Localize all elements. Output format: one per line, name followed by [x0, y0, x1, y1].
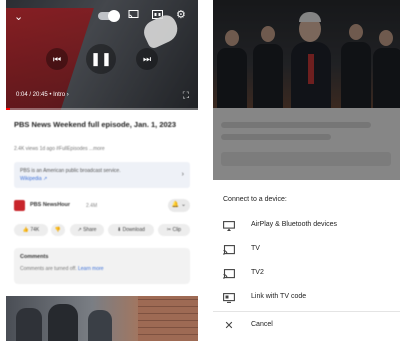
subscribe-button[interactable]: 🔔 ⌄	[168, 199, 190, 212]
download-chip[interactable]: ⬇ Download	[108, 224, 154, 236]
video-title[interactable]: PBS News Weekend full episode, Jan. 1, 2…	[14, 120, 189, 130]
learn-more-link[interactable]: Learn more	[78, 266, 104, 272]
phone-screen-video-page: ⌄ ⚙ ⏮ ❚❚ ⏭ 0:04 / 20:45 • Intro › ⛶ PBS …	[6, 0, 198, 341]
cast-icon[interactable]	[128, 10, 139, 22]
progress-bar[interactable]	[6, 108, 198, 110]
channel-name[interactable]: PBS NewsHour	[30, 202, 70, 208]
dislike-chip[interactable]: 👎	[51, 224, 65, 236]
modal-scrim[interactable]	[213, 0, 400, 180]
fullscreen-icon[interactable]: ⛶	[183, 90, 189, 101]
clip-chip[interactable]: ✂ Clip	[158, 224, 190, 236]
settings-gear-icon[interactable]: ⚙	[176, 8, 186, 21]
info-panel-text: PBS is an American public broadcast serv…	[20, 168, 121, 174]
previous-button[interactable]: ⏮	[46, 48, 68, 70]
info-panel[interactable]: PBS is an American public broadcast serv…	[14, 162, 190, 188]
cast-icon	[223, 269, 235, 279]
comments-heading: Comments	[20, 254, 49, 260]
autoplay-toggle[interactable]	[98, 10, 120, 22]
progress-fill	[6, 108, 10, 110]
chevron-right-icon: ›	[181, 171, 184, 178]
device-option-airplay[interactable]: AirPlay & Bluetooth devices	[213, 214, 400, 238]
device-label: Link with TV code	[251, 293, 307, 300]
comments-panel[interactable]: Comments Comments are turned off. Learn …	[14, 248, 190, 284]
device-option-tv-code[interactable]: Link with TV code	[213, 286, 400, 310]
channel-logo[interactable]	[14, 200, 25, 211]
info-panel-link[interactable]: Wikipedia ↗	[20, 176, 47, 182]
video-meta[interactable]: 2.4K views 1d ago #FullEpisodes ...more	[14, 146, 105, 152]
chevron-down-icon[interactable]: ⌄	[14, 10, 23, 23]
sheet-title: Connect to a device:	[223, 196, 287, 203]
sheet-divider	[213, 311, 400, 312]
phone-screen-cast-sheet: Connect to a device: AirPlay & Bluetooth…	[213, 0, 400, 341]
cast-icon	[223, 245, 235, 255]
connect-device-sheet: Connect to a device: AirPlay & Bluetooth…	[213, 180, 400, 341]
device-option-tv2[interactable]: TV2	[213, 262, 400, 286]
close-icon: ✕	[224, 320, 234, 332]
comments-body: Comments are turned off. Learn more	[20, 266, 104, 272]
device-option-tv[interactable]: TV	[213, 238, 400, 262]
subscriber-count: 2.4M	[86, 203, 98, 209]
playback-time: 0:04 / 20:45 • Intro ›	[16, 92, 69, 98]
comments-off-text: Comments are turned off.	[20, 266, 77, 272]
airplay-icon	[223, 221, 235, 231]
cancel-option[interactable]: ✕ Cancel	[213, 314, 400, 338]
pause-button[interactable]: ❚❚	[86, 44, 116, 74]
device-label: TV	[251, 245, 260, 252]
next-button[interactable]: ⏭	[136, 48, 158, 70]
like-chip[interactable]: 👍 74K	[14, 224, 48, 236]
action-chips: 👍 74K 👎 ↗ Share ⬇ Download ✂ Clip	[14, 224, 194, 238]
cancel-label: Cancel	[251, 321, 273, 328]
tv-code-icon	[223, 293, 235, 303]
next-video-thumbnail[interactable]	[6, 296, 198, 341]
device-label: TV2	[251, 269, 264, 276]
share-chip[interactable]: ↗ Share	[70, 224, 104, 236]
video-player[interactable]: ⌄ ⚙ ⏮ ❚❚ ⏭ 0:04 / 20:45 • Intro › ⛶	[6, 0, 198, 110]
device-label: AirPlay & Bluetooth devices	[251, 221, 337, 228]
channel-row[interactable]: PBS NewsHour 2.4M 🔔 ⌄	[14, 198, 190, 214]
